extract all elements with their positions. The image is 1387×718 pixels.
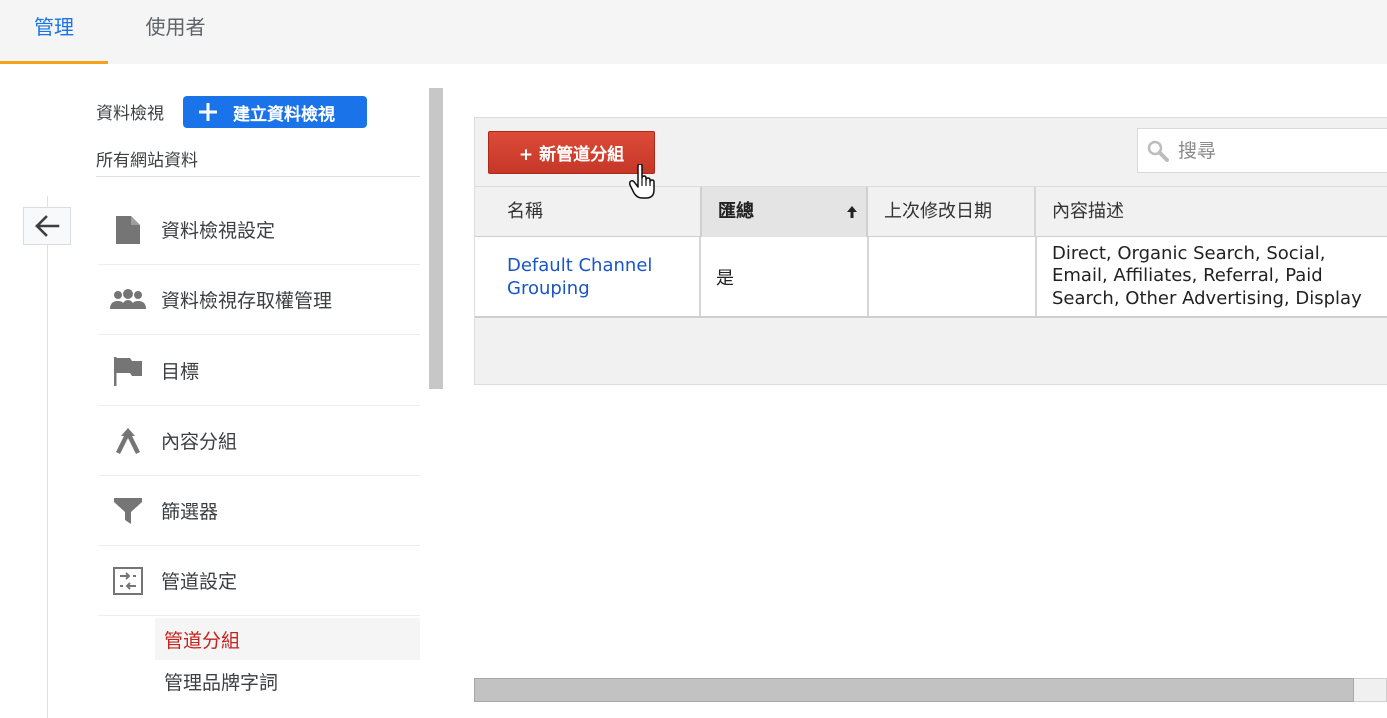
column-header-description[interactable]: 內容描述 bbox=[1036, 187, 1387, 237]
current-view-selector[interactable]: 所有網站資料 bbox=[96, 146, 198, 171]
cell-description: Direct, Organic Search, Social, Email, A… bbox=[1052, 242, 1362, 309]
create-view-button[interactable]: 建立資料檢視 bbox=[183, 96, 367, 128]
create-view-label: 建立資料檢視 bbox=[233, 104, 335, 125]
search-input[interactable] bbox=[1178, 139, 1378, 162]
cell-last-modified bbox=[885, 237, 1035, 316]
nav-item-channel-settings[interactable]: 管道設定 bbox=[98, 546, 420, 616]
hand-cursor-icon bbox=[629, 164, 655, 199]
document-icon bbox=[98, 215, 158, 244]
tab-user[interactable]: 使用者 bbox=[108, 0, 243, 64]
table-header: 名稱 匯總 上次修改日期 內容描述 bbox=[475, 186, 1387, 237]
nav-item-label: 資料檢視設定 bbox=[161, 220, 276, 242]
flag-icon bbox=[98, 356, 158, 386]
nav-item-goals[interactable]: 目標 bbox=[98, 336, 420, 406]
rail-divider bbox=[47, 196, 48, 718]
column-divider bbox=[867, 237, 869, 316]
sort-ascending-icon bbox=[847, 206, 857, 218]
nav-item-label: 內容分組 bbox=[161, 431, 238, 453]
nav-item-access-management[interactable]: 資料檢視存取權管理 bbox=[98, 265, 420, 335]
top-tab-bar: 管理 使用者 bbox=[0, 0, 1387, 64]
search-box[interactable] bbox=[1137, 128, 1387, 173]
people-icon bbox=[98, 288, 158, 311]
column-header-last-modified[interactable]: 上次修改日期 bbox=[868, 187, 1036, 237]
cell-aggregate: 是 bbox=[716, 267, 734, 289]
back-button[interactable] bbox=[23, 207, 71, 245]
horizontal-scrollbar-thumb[interactable] bbox=[474, 678, 1354, 702]
nav-item-label: 篩選器 bbox=[161, 501, 219, 523]
plus-icon bbox=[183, 102, 233, 122]
column-header-label: 匯總 bbox=[718, 201, 754, 222]
nav-item-view-settings[interactable]: 資料檢視設定 bbox=[98, 195, 420, 265]
column-header-aggregate[interactable]: 匯總 bbox=[700, 187, 868, 237]
merge-icon bbox=[98, 427, 158, 455]
column-divider bbox=[1035, 237, 1037, 316]
nav-item-label: 資料檢視存取權管理 bbox=[161, 290, 333, 312]
nav-item-label: 目標 bbox=[161, 361, 200, 383]
nav-item-content-grouping[interactable]: 內容分組 bbox=[98, 406, 420, 476]
column-header-name[interactable]: 名稱 bbox=[491, 187, 691, 237]
cell-name: Default Channel Grouping bbox=[507, 237, 697, 316]
filter-icon bbox=[98, 497, 158, 524]
nav-item-filters[interactable]: 篩選器 bbox=[98, 476, 420, 546]
search-icon bbox=[1138, 140, 1178, 162]
view-divider bbox=[96, 176, 420, 177]
tab-admin[interactable]: 管理 bbox=[0, 0, 108, 64]
nav-item-label: 管道設定 bbox=[161, 571, 238, 593]
channel-settings-icon bbox=[98, 566, 158, 595]
sub-item-brand-terms[interactable]: 管理品牌字詞 bbox=[155, 660, 420, 702]
column-divider bbox=[699, 237, 701, 316]
channel-grouping-link[interactable]: Default Channel Grouping bbox=[507, 254, 697, 300]
arrow-left-icon bbox=[35, 215, 60, 237]
sub-item-channel-grouping[interactable]: 管道分組 bbox=[155, 618, 420, 660]
view-label: 資料檢視 bbox=[96, 104, 164, 124]
table-row: Default Channel Grouping 是 Direct, Organ… bbox=[475, 237, 1387, 318]
left-panel-scrollbar[interactable] bbox=[429, 88, 443, 389]
